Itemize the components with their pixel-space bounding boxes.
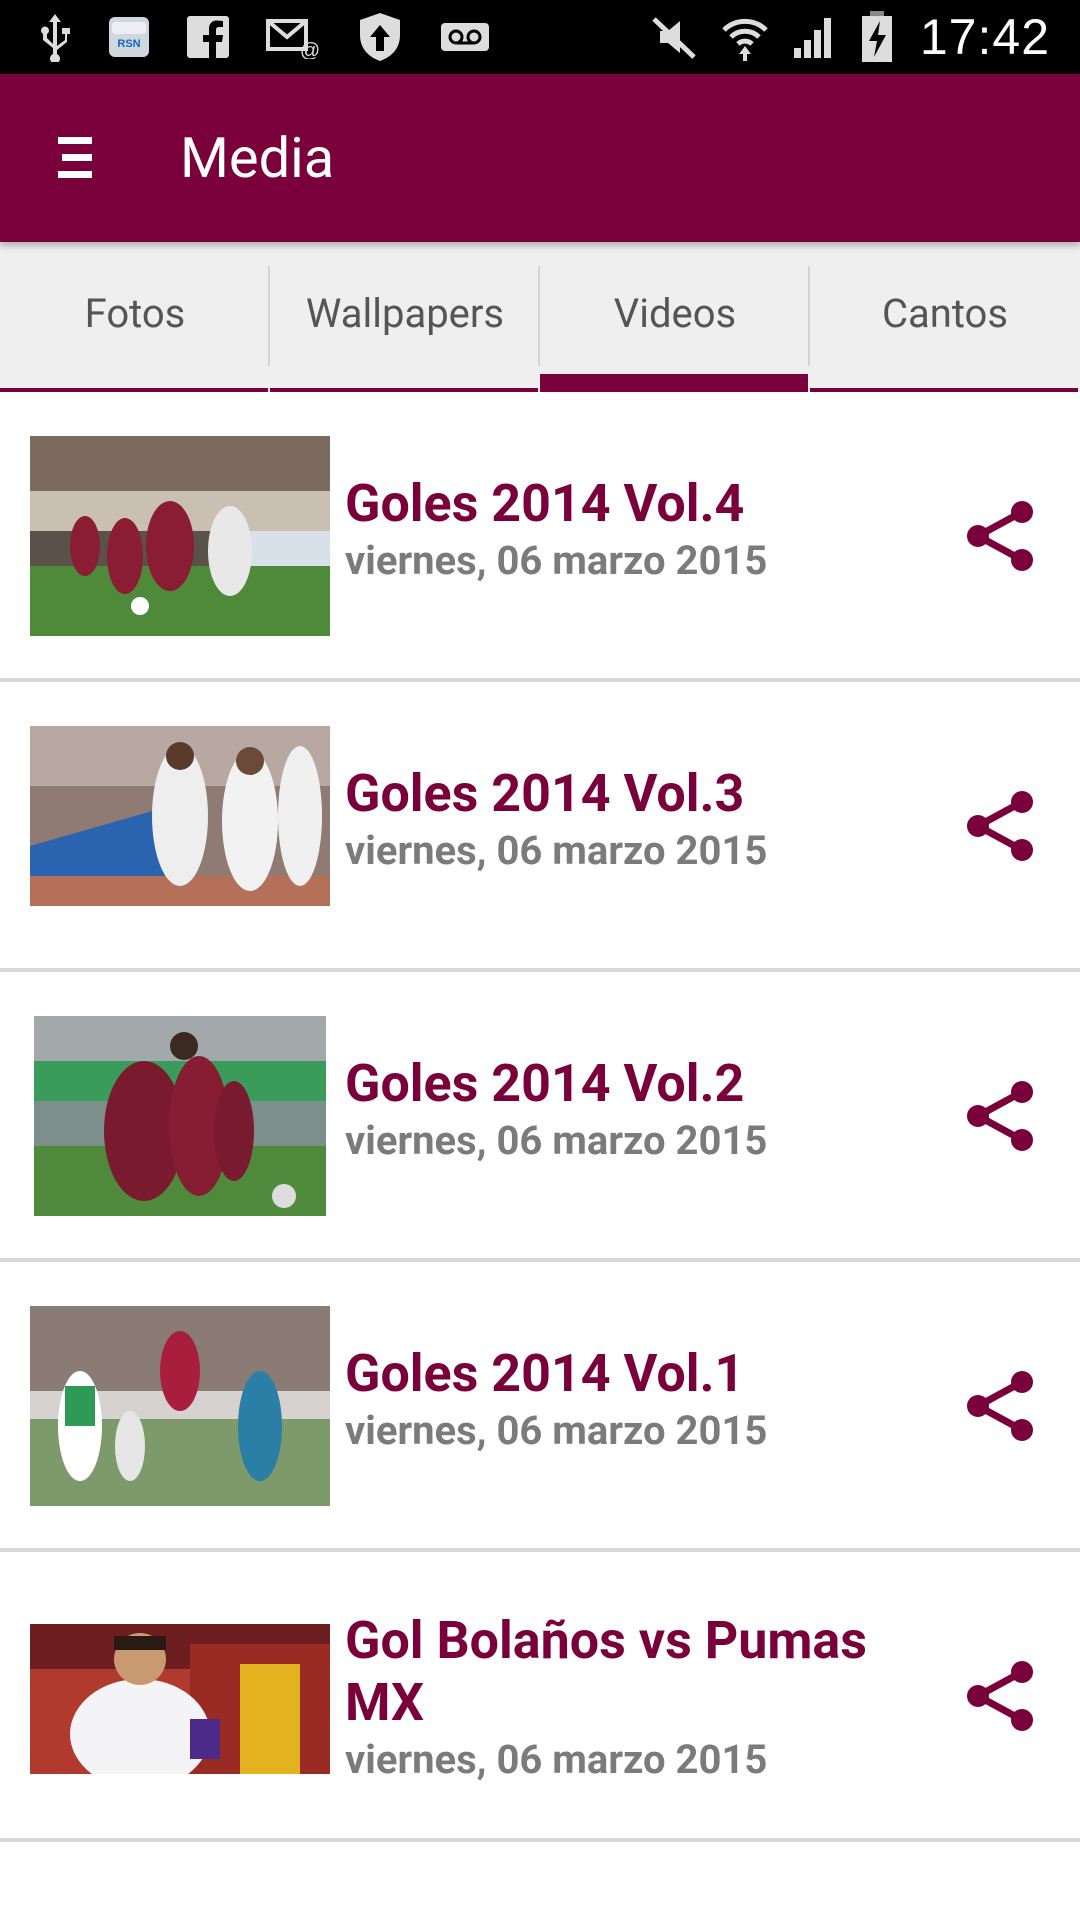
navigation-drawer-button[interactable] [0,74,150,242]
video-title: Goles 2014 Vol.4 [345,473,745,534]
app-bar: Media [0,74,1080,242]
list-item[interactable]: Gol Bolaños vs Pumas MX viernes, 06 marz… [0,1552,1080,1842]
rsn-app-icon: RSN [108,12,150,62]
voicemail-icon [440,12,490,62]
list-item[interactable]: Goles 2014 Vol.4 viernes, 06 marzo 2015 [0,392,1080,682]
status-bar: RSN @ 17:42 [0,0,1080,74]
email-icon: @ [266,12,320,62]
video-title: Goles 2014 Vol.1 [345,1343,745,1404]
video-text: Goles 2014 Vol.2 viernes, 06 marzo 2015 [345,1053,925,1167]
video-title: Gol Bolaños vs Pumas MX [345,1610,867,1733]
mute-icon [650,12,698,62]
tab-videos[interactable]: Videos [540,242,810,392]
usb-icon [38,12,72,62]
video-date: viernes, 06 marzo 2015 [345,1407,768,1454]
video-text: Goles 2014 Vol.3 viernes, 06 marzo 2015 [345,763,925,877]
video-text: Goles 2014 Vol.1 viernes, 06 marzo 2015 [345,1343,925,1457]
tab-cantos[interactable]: Cantos [810,242,1080,392]
video-thumbnail [30,1306,330,1506]
svg-text:RSN: RSN [117,38,140,50]
app-root: RSN @ 17:42 Media Fotos Wallpapers Video… [0,0,1080,1920]
system-status-icons: 17:42 [628,8,1050,66]
video-date: viernes, 06 marzo 2015 [345,537,768,584]
video-title: Goles 2014 Vol.3 [345,763,745,824]
list-item[interactable]: Goles 2014 Vol.1 viernes, 06 marzo 2015 [0,1262,1080,1552]
share-icon[interactable] [962,788,1038,864]
page-title: Media [180,125,335,191]
tab-wallpapers[interactable]: Wallpapers [270,242,540,392]
share-icon[interactable] [962,1078,1038,1154]
video-thumbnail [30,726,330,906]
video-text: Goles 2014 Vol.4 viernes, 06 marzo 2015 [345,473,925,587]
tab-label: Cantos [881,289,1009,337]
clock: 17:42 [919,9,1050,65]
facebook-icon [186,12,230,62]
battery-charging-icon [860,11,894,62]
svg-text:@: @ [300,40,320,59]
tab-indicator-active [540,374,808,392]
notification-icons: RSN @ [38,12,526,62]
video-thumbnail [30,1624,330,1774]
video-date: viernes, 06 marzo 2015 [345,827,768,874]
tab-fotos[interactable]: Fotos [0,242,270,392]
list-item[interactable]: Goles 2014 Vol.2 viernes, 06 marzo 2015 [0,972,1080,1262]
video-title: Goles 2014 Vol.2 [345,1053,745,1114]
hamburger-menu-icon [58,136,92,180]
share-icon[interactable] [962,1658,1038,1734]
media-tabs: Fotos Wallpapers Videos Cantos [0,242,1080,392]
video-thumbnail [34,1016,326,1216]
list-item[interactable] [0,1842,1080,1920]
shield-update-icon [356,12,404,62]
tab-label: Wallpapers [305,289,505,337]
share-icon[interactable] [962,1368,1038,1444]
video-list: Goles 2014 Vol.4 viernes, 06 marzo 2015 [0,392,1080,1920]
video-thumbnail [30,436,330,636]
video-date: viernes, 06 marzo 2015 [345,1736,768,1783]
video-text: Gol Bolaños vs Pumas MX viernes, 06 marz… [345,1610,925,1786]
share-icon[interactable] [962,498,1038,574]
list-item[interactable]: Goles 2014 Vol.3 viernes, 06 marzo 2015 [0,682,1080,972]
video-date: viernes, 06 marzo 2015 [345,1117,768,1164]
wifi-icon [720,12,770,62]
tab-label: Videos [613,289,737,337]
tab-label: Fotos [84,289,186,337]
signal-icon [792,12,838,62]
